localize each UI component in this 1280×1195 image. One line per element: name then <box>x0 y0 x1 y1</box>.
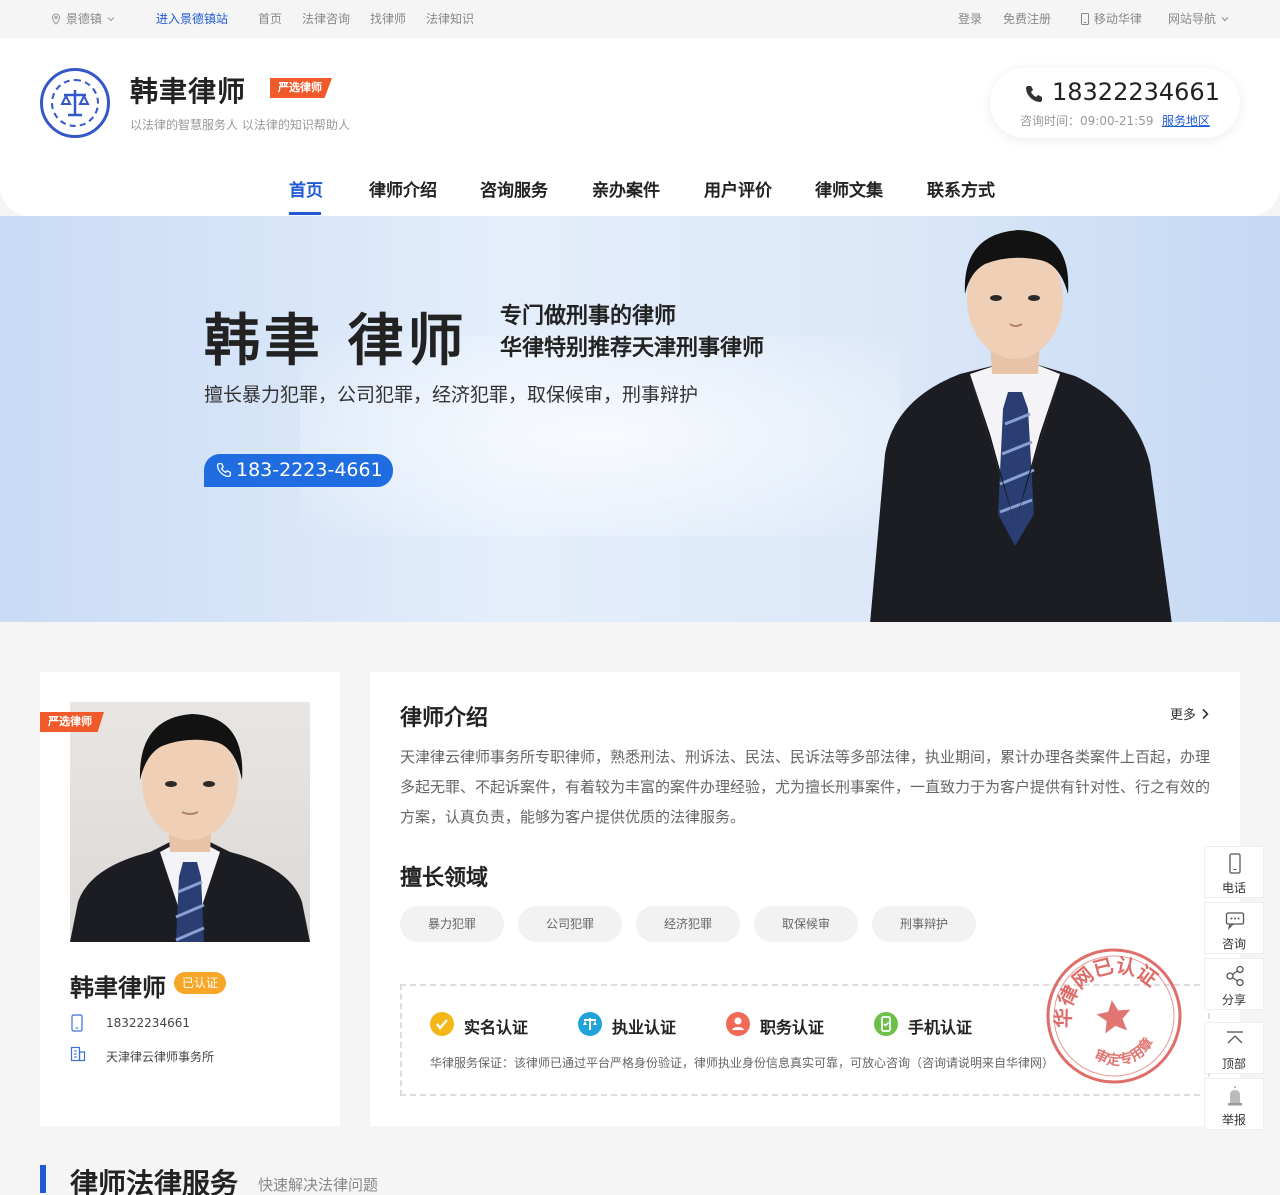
service-area-link[interactable]: 服务地区 <box>1162 112 1210 129</box>
area-chip-corporate-crime[interactable]: 公司犯罪 <box>518 906 622 942</box>
chevron-right-icon <box>1202 708 1209 720</box>
profile-card: 严选律师 韩聿律师 已认证 18322234661 天津律云律师事务所 <box>40 672 340 1126</box>
site-nav-label: 网站导航 <box>1168 12 1217 26</box>
city-selector[interactable]: 景德镇 <box>50 12 116 26</box>
mobile-phone-icon <box>1081 13 1089 25</box>
check-badge-icon <box>430 1012 454 1036</box>
nav-lawyer-intro[interactable]: 律师介绍 <box>369 176 437 201</box>
certification-stamp: 华律网已认证 审定专用章 <box>1042 947 1182 1084</box>
sidebar-consult[interactable]: 咨询 <box>1204 902 1264 954</box>
consult-hours: 咨询时间：09:00-21:59 <box>1020 114 1154 128</box>
top-bar: 景德镇 进入景德镇站 首页 法律咨询 找律师 法律知识 登录 免费注册 移动华律… <box>0 0 1280 38</box>
phone-contact-box[interactable]: 18322234661 咨询时间：09:00-21:59 服务地区 <box>990 68 1240 138</box>
mobile-label: 移动华律 <box>1093 12 1142 26</box>
legal-services-subtitle: 快速解决法律问题 <box>258 1176 379 1194</box>
login-link[interactable]: 登录 <box>958 12 982 26</box>
hero-banner: 韩聿 律师 专门做刑事的律师 华律特别推荐天津刑事律师 擅长暴力犯罪，公司犯罪，… <box>0 216 1280 622</box>
location-icon <box>51 13 61 25</box>
hero-tagline-1: 专门做刑事的律师 <box>500 304 677 329</box>
cert-position-label: 职务认证 <box>760 1018 825 1037</box>
back-to-top-icon <box>1227 1031 1243 1044</box>
sidebar-top-label: 顶部 <box>1221 1057 1246 1071</box>
cert-practice-label: 执业认证 <box>612 1018 677 1037</box>
svg-text:审定专用章: 审定专用章 <box>1089 1033 1160 1073</box>
chevron-down-icon <box>107 17 115 22</box>
mobile-link[interactable]: 移动华律 <box>1080 12 1142 26</box>
intro-text: 天津律云律师事务所专职律师，熟悉刑法、刑诉法、民法、民诉法等多部法律，执业期间，… <box>400 748 1211 826</box>
phone-check-icon <box>874 1012 898 1036</box>
sidebar-share-label: 分享 <box>1221 993 1246 1007</box>
profile-firm: 天津律云律师事务所 <box>106 1050 215 1064</box>
mobile-phone-icon <box>1229 853 1241 874</box>
profile-name: 韩聿律师 <box>70 974 166 1002</box>
site-nav-menu[interactable]: 网站导航 <box>1168 12 1230 26</box>
nav-reviews[interactable]: 用户评价 <box>704 176 772 201</box>
hero-lawyer-name: 韩聿 律师 <box>204 309 468 374</box>
top-link-knowledge[interactable]: 法律知识 <box>426 12 474 26</box>
building-icon <box>70 1046 86 1062</box>
areas-title: 擅长领域 <box>400 866 489 891</box>
sidebar-share[interactable]: 分享 <box>1204 958 1264 1010</box>
chevron-down-icon <box>1221 17 1229 22</box>
alarm-icon <box>1228 1086 1242 1106</box>
cert-phone-label: 手机认证 <box>908 1018 973 1037</box>
user-icon <box>726 1012 750 1036</box>
lawyer-photo-image <box>70 714 310 942</box>
top-link-home[interactable]: 首页 <box>258 12 282 26</box>
sidebar-report-label: 举报 <box>1221 1113 1246 1127</box>
nav-active-indicator <box>289 212 321 215</box>
city-label: 景德镇 <box>65 12 102 26</box>
service-guarantee-note: 华律服务保证：该律师已通过平台严格身份验证，律师执业身份信息真实可靠，可放心咨询… <box>430 1056 1055 1070</box>
scales-icon <box>578 1012 602 1036</box>
nav-articles[interactable]: 律师文集 <box>815 176 883 201</box>
phone-icon <box>216 462 232 478</box>
phone-icon <box>1026 86 1042 102</box>
area-chip-bail[interactable]: 取保候审 <box>754 906 858 942</box>
scales-icon <box>60 90 90 117</box>
area-chip-criminal-defense[interactable]: 刑事辩护 <box>872 906 976 942</box>
selected-lawyer-badge: 严选律师 <box>40 712 104 732</box>
enter-site-link[interactable]: 进入景德镇站 <box>156 12 228 26</box>
header-phone-number: 18322234661 <box>1052 78 1220 106</box>
verified-badge: 已认证 <box>174 972 227 994</box>
section-accent-bar <box>40 1165 46 1193</box>
nav-consult-service[interactable]: 咨询服务 <box>480 176 548 201</box>
profile-phone: 18322234661 <box>106 1016 190 1030</box>
top-link-consult[interactable]: 法律咨询 <box>302 12 350 26</box>
sidebar-phone[interactable]: 电话 <box>1204 846 1264 898</box>
sidebar-report[interactable]: 举报 <box>1204 1078 1264 1130</box>
lawyer-name: 韩聿律师 <box>130 75 247 108</box>
hero-tagline-2: 华律特别推荐天津刑事律师 <box>500 336 765 361</box>
header: 韩聿律师 严选律师 以法律的智慧服务人 以法律的知识帮助人 1832223466… <box>0 38 1280 216</box>
chat-icon <box>1225 912 1245 931</box>
top-link-find-lawyer[interactable]: 找律师 <box>370 12 406 26</box>
stamp-bottom-text: 审定专用章 <box>1089 1033 1160 1073</box>
slogan: 以法律的智慧服务人 以法律的知识帮助人 <box>130 118 350 132</box>
lawyer-portrait-image <box>870 230 1172 622</box>
area-chip-violent-crime[interactable]: 暴力犯罪 <box>400 906 504 942</box>
lawyer-logo <box>40 68 110 138</box>
share-icon <box>1226 965 1244 987</box>
nav-contact[interactable]: 联系方式 <box>927 176 995 201</box>
sidebar-consult-label: 咨询 <box>1221 937 1246 951</box>
nav-home[interactable]: 首页 <box>289 176 323 201</box>
hero-call-button[interactable]: 183-2223-4661 <box>204 454 393 487</box>
hero-phone-number: 183-2223-4661 <box>236 459 383 481</box>
intro-more-link[interactable]: 更多 <box>1170 704 1210 723</box>
selected-lawyer-badge: 严选律师 <box>270 78 332 98</box>
register-link[interactable]: 免费注册 <box>1003 12 1051 26</box>
sidebar-top[interactable]: 顶部 <box>1204 1022 1264 1074</box>
mobile-phone-icon <box>71 1014 83 1032</box>
main-nav: 首页 律师介绍 咨询服务 亲办案件 用户评价 律师文集 联系方式 <box>0 176 1280 216</box>
more-label: 更多 <box>1170 708 1197 723</box>
intro-title: 律师介绍 <box>400 706 489 731</box>
lawyer-photo <box>70 702 310 942</box>
hero-specialties: 擅长暴力犯罪，公司犯罪，经济犯罪，取保候审，刑事辩护 <box>204 384 699 406</box>
area-chip-economic-crime[interactable]: 经济犯罪 <box>636 906 740 942</box>
sidebar-phone-label: 电话 <box>1221 881 1246 895</box>
legal-services-title: 律师法律服务 <box>70 1167 239 1195</box>
cert-real-name-label: 实名认证 <box>464 1018 529 1037</box>
intro-card: 律师介绍 更多 天津律云律师事务所专职律师，熟悉刑法、刑诉法、民法、民诉法等多部… <box>370 672 1240 1126</box>
nav-cases[interactable]: 亲办案件 <box>592 176 660 201</box>
